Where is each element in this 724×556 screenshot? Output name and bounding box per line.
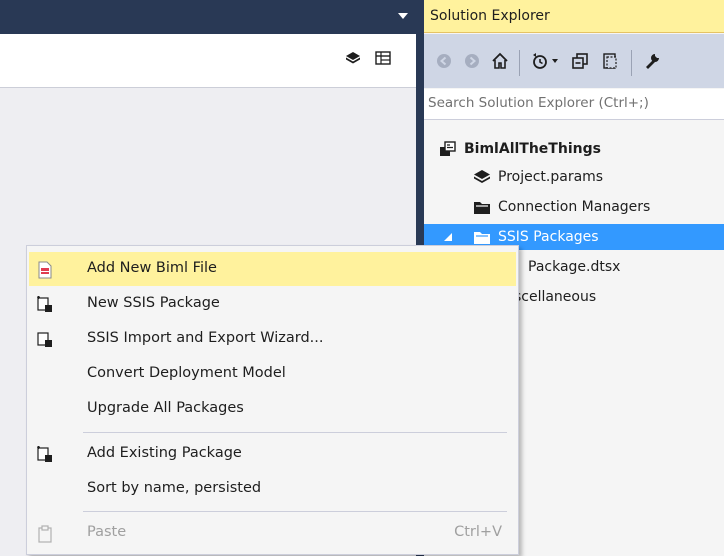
menu-item-label: SSIS Import and Export Wizard... xyxy=(87,330,324,346)
context-menu: Add New Biml File New SSIS Package SSIS … xyxy=(26,245,519,555)
window-dropdown-icon[interactable] xyxy=(398,13,408,19)
home-icon[interactable] xyxy=(486,47,514,75)
toolbar-separator xyxy=(519,50,520,76)
paste-icon xyxy=(35,524,55,544)
params-icon xyxy=(472,167,492,187)
ssis-package-icon xyxy=(35,295,55,315)
tree-node-project[interactable]: BimlAllTheThings xyxy=(438,136,601,162)
tree-node-label: Connection Managers xyxy=(498,199,651,215)
solution-explorer-toolbar xyxy=(424,34,724,88)
wizard-icon xyxy=(35,330,55,350)
folder-icon xyxy=(472,227,492,247)
menu-item-label: Add Existing Package xyxy=(87,445,242,461)
folder-icon xyxy=(472,197,492,217)
table-icon[interactable] xyxy=(375,50,391,66)
menu-item-label: New SSIS Package xyxy=(87,295,220,311)
menu-item-ssis-import-export-wizard[interactable]: SSIS Import and Export Wizard... xyxy=(29,322,516,356)
params-icon[interactable] xyxy=(345,50,361,66)
existing-package-icon xyxy=(35,445,55,465)
menu-item-shortcut: Ctrl+V xyxy=(454,524,502,540)
chevron-down-icon[interactable] xyxy=(548,47,562,75)
expanded-arrow-icon[interactable] xyxy=(444,233,452,241)
collapse-all-icon[interactable] xyxy=(566,47,594,75)
solution-explorer-title-bar: Solution Explorer xyxy=(424,0,724,33)
solution-explorer-title: Solution Explorer xyxy=(430,8,550,24)
menu-item-label: Convert Deployment Model xyxy=(87,365,286,381)
menu-item-label: Add New Biml File xyxy=(87,260,217,276)
tree-node-label: Project.params xyxy=(498,169,604,185)
tree-node-project-params[interactable]: Project.params xyxy=(472,164,603,190)
properties-icon[interactable] xyxy=(638,47,666,75)
editor-toolbar xyxy=(0,34,416,88)
menu-item-add-new-biml-file[interactable]: Add New Biml File xyxy=(29,252,516,286)
menu-item-sort-by-name[interactable]: Sort by name, persisted xyxy=(29,472,516,506)
menu-item-label: Upgrade All Packages xyxy=(87,400,244,416)
show-all-files-icon[interactable] xyxy=(596,47,624,75)
menu-item-label: Paste xyxy=(87,524,127,540)
menu-item-upgrade-all-packages[interactable]: Upgrade All Packages xyxy=(29,392,516,426)
tree-node-label: BimlAllTheThings xyxy=(464,141,601,157)
menu-separator xyxy=(83,511,507,512)
menu-item-new-ssis-package[interactable]: New SSIS Package xyxy=(29,287,516,321)
menu-item-paste[interactable]: Paste Ctrl+V xyxy=(29,516,516,550)
search-input[interactable] xyxy=(428,91,718,115)
back-icon[interactable] xyxy=(430,47,458,75)
tree-node-label: Package.dtsx xyxy=(528,259,621,275)
forward-icon[interactable] xyxy=(458,47,486,75)
menu-item-label: Sort by name, persisted xyxy=(87,480,262,496)
biml-file-icon xyxy=(35,260,55,280)
solution-project-icon xyxy=(438,139,458,159)
menu-separator xyxy=(83,432,507,433)
tree-node-connection-managers[interactable]: Connection Managers xyxy=(472,194,650,220)
toolbar-separator xyxy=(631,50,632,76)
solution-explorer-search xyxy=(424,89,724,120)
tree-node-label: SSIS Packages xyxy=(498,229,599,245)
menu-item-add-existing-package[interactable]: Add Existing Package xyxy=(29,437,516,471)
editor-title-bar xyxy=(0,0,417,34)
menu-item-convert-deployment-model[interactable]: Convert Deployment Model xyxy=(29,357,516,391)
tree-node-package[interactable]: Package.dtsx xyxy=(502,254,620,280)
